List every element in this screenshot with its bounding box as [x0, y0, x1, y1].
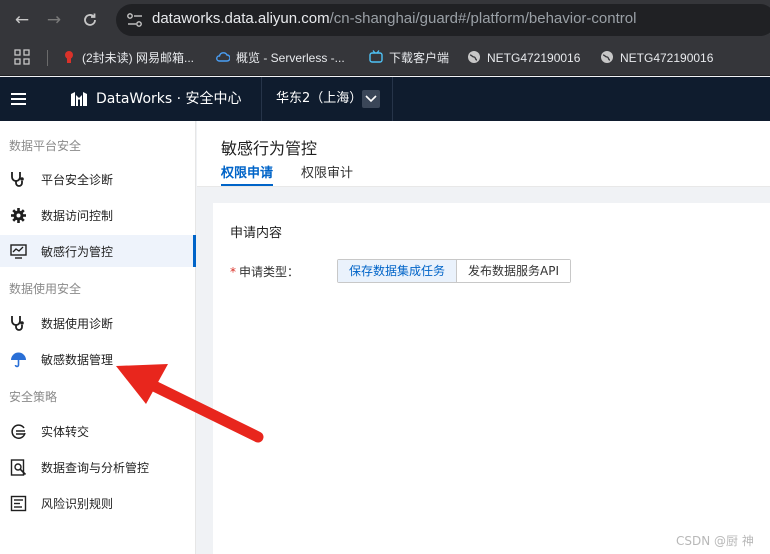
- brand-title: DataWorks · 安全中心: [96, 91, 242, 107]
- monitor-icon: [10, 244, 27, 259]
- bookmark-mail[interactable]: (2封未读) 网易邮箱...: [62, 49, 194, 67]
- bookmark-download[interactable]: 下载客户端: [369, 49, 449, 67]
- chevron-down-icon[interactable]: [362, 90, 380, 108]
- sidebar-item-label: 风险识别规则: [41, 497, 114, 511]
- bookmarks-bar: (2封未读) 网易邮箱... 概览 - Serverless -... 下载客户…: [0, 40, 770, 76]
- sidebar-item-platform-diagnosis[interactable]: 平台安全诊断: [0, 163, 196, 195]
- bookmarks-divider: [47, 50, 48, 66]
- stethoscope-icon: [11, 316, 24, 331]
- sidebar-item-label: 实体转交: [41, 425, 90, 439]
- option-save-integration-task[interactable]: 保存数据集成任务: [338, 260, 457, 282]
- sidebar-item-label: 数据访问控制: [41, 209, 114, 223]
- required-mark: *: [230, 265, 236, 279]
- globe-icon: [601, 51, 613, 63]
- sidebar-item-entity-transfer[interactable]: 实体转交: [0, 415, 196, 447]
- card-title: 申请内容: [230, 226, 283, 241]
- search-doc-icon: [10, 459, 27, 476]
- globe-icon: [468, 51, 480, 63]
- address-bar[interactable]: dataworks.data.aliyun.com/cn-shanghai/gu…: [116, 4, 770, 36]
- header-divider: [261, 77, 262, 121]
- request-type-label: * 申请类型：: [230, 265, 300, 279]
- page-title: 敏感行为管控: [221, 139, 318, 158]
- request-type-selector: 保存数据集成任务 发布数据服务API: [337, 259, 572, 283]
- browser-toolbar: ← → dataworks.data.aliyun.com/cn-shangha…: [0, 0, 770, 40]
- gear-icon: [11, 208, 26, 223]
- umbrella-icon: [11, 352, 26, 368]
- bookmark-serverless[interactable]: 概览 - Serverless -...: [216, 49, 345, 67]
- mail-icon: [65, 51, 73, 63]
- page-header: 敏感行为管控 权限申请 权限审计: [197, 121, 770, 187]
- list-icon: [10, 495, 27, 512]
- sidebar-section-title: 安全策略: [9, 390, 58, 404]
- sidebar-item-label: 数据查询与分析管控: [41, 461, 150, 475]
- sidebar-item-sensitive-data[interactable]: 敏感数据管理: [0, 343, 196, 375]
- region-selector-label[interactable]: 华东2（上海）: [276, 89, 362, 109]
- back-icon[interactable]: ←: [10, 8, 34, 32]
- request-content-card: 申请内容 * 申请类型： 保存数据集成任务 发布数据服务API: [213, 203, 770, 554]
- sidebar-item-query-control[interactable]: 数据查询与分析管控: [0, 451, 196, 483]
- sidebar-item-usage-diagnosis[interactable]: 数据使用诊断: [0, 307, 196, 339]
- sidebar-item-label: 敏感行为管控: [41, 245, 114, 259]
- sidebar-item-label: 数据使用诊断: [41, 317, 114, 331]
- url-text: dataworks.data.aliyun.com/cn-shanghai/gu…: [152, 10, 637, 27]
- option-publish-data-service-api[interactable]: 发布数据服务API: [456, 260, 571, 282]
- stethoscope-icon: [11, 172, 24, 187]
- sidebar: 数据平台安全 平台安全诊断 数据访问控制 敏感行为管控 数据使用安全 数据使用诊…: [0, 121, 196, 554]
- app-header: DataWorks · 安全中心 华东2（上海）: [0, 77, 770, 121]
- site-settings-icon[interactable]: [126, 12, 144, 28]
- sidebar-item-label: 平台安全诊断: [41, 173, 114, 187]
- bookmark-netg-1[interactable]: NETG472190016: [467, 49, 580, 67]
- cloud-icon: [216, 52, 230, 62]
- sidebar-item-label: 敏感数据管理: [41, 353, 114, 367]
- apps-grid-icon[interactable]: [14, 49, 30, 67]
- sidebar-section-title: 数据使用安全: [9, 282, 82, 296]
- watermark: CSDN @厨 神: [676, 534, 754, 548]
- sidebar-item-sensitive-behavior[interactable]: 敏感行为管控: [0, 235, 196, 267]
- transfer-icon: [11, 424, 26, 439]
- dataworks-logo-icon: [71, 92, 87, 106]
- forward-icon[interactable]: →: [42, 8, 66, 32]
- sidebar-item-access-control[interactable]: 数据访问控制: [0, 199, 196, 231]
- menu-icon[interactable]: [0, 77, 38, 121]
- tab-permission-request[interactable]: 权限申请: [221, 166, 274, 186]
- sidebar-section-title: 数据平台安全: [9, 139, 82, 153]
- header-divider: [392, 77, 393, 121]
- tv-icon: [369, 50, 383, 63]
- sidebar-item-risk-rules[interactable]: 风险识别规则: [0, 487, 196, 519]
- reload-icon[interactable]: [78, 8, 102, 32]
- tab-permission-audit[interactable]: 权限审计: [301, 166, 353, 182]
- bookmark-netg-2[interactable]: NETG472190016: [600, 49, 713, 67]
